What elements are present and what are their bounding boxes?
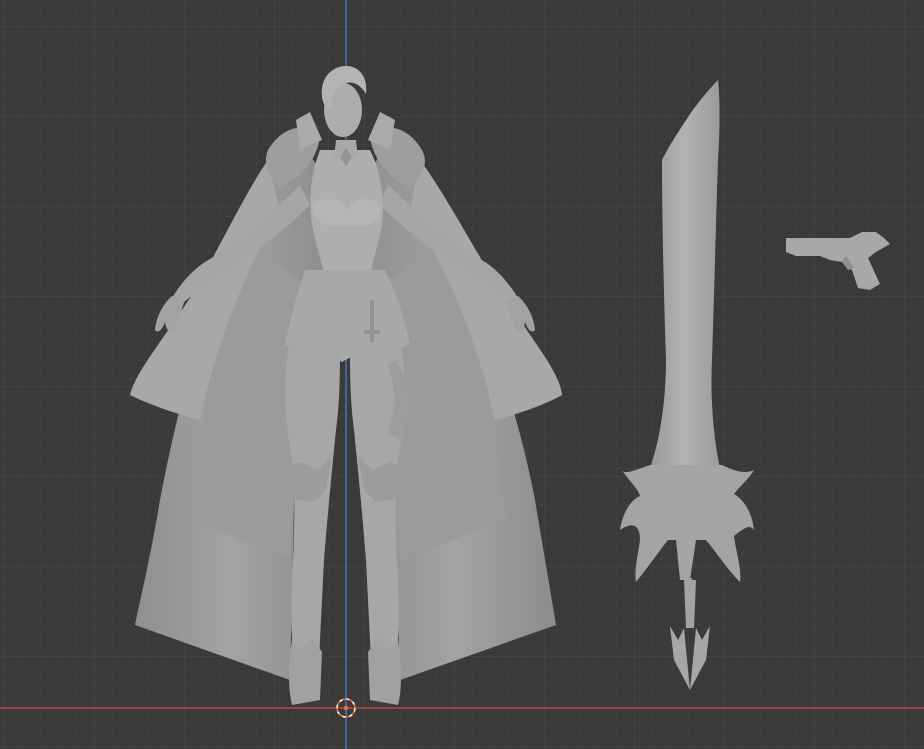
- viewport-canvas[interactable]: [0, 0, 924, 749]
- 3d-viewport[interactable]: [0, 0, 924, 749]
- right-boot: [368, 638, 401, 705]
- sword-crossguard: [620, 465, 754, 582]
- left-boot: [289, 638, 322, 705]
- sword-handle: [684, 580, 696, 628]
